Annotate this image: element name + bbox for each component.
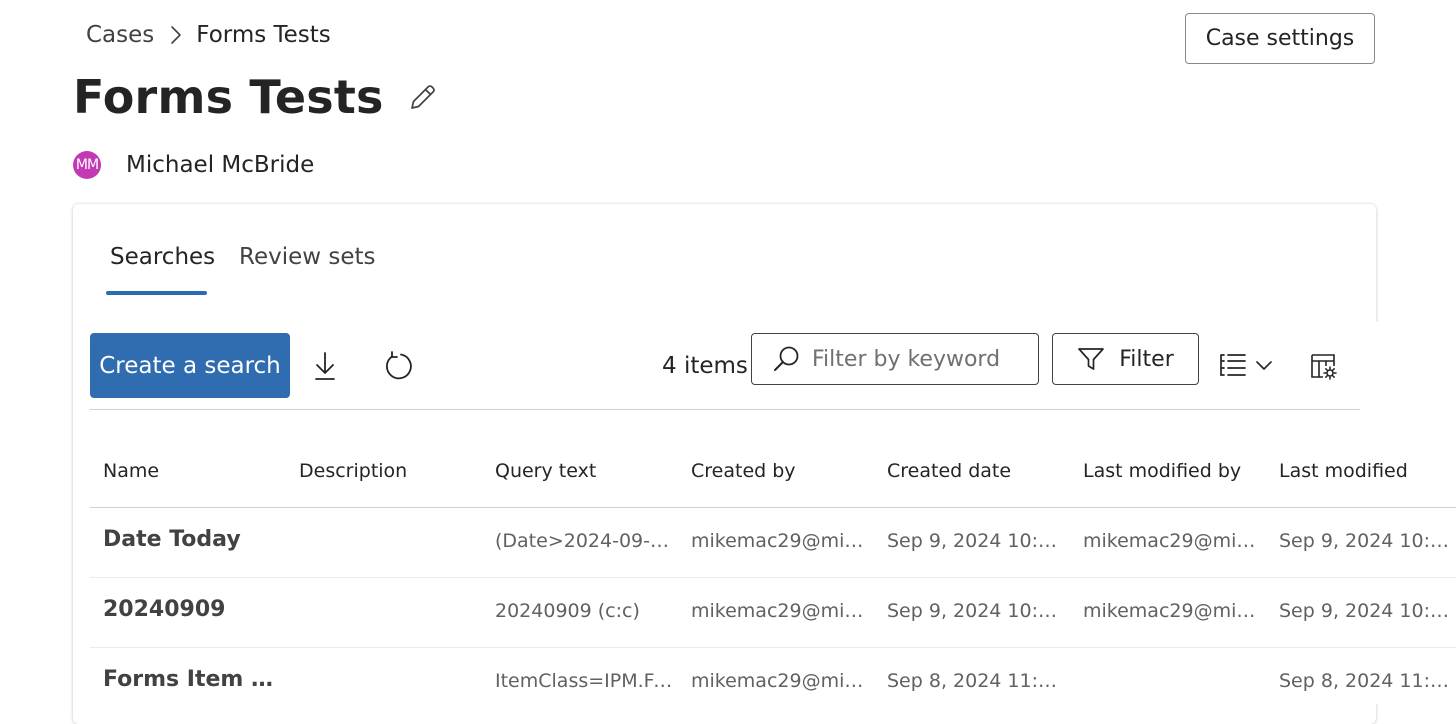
- column-header-name[interactable]: Name: [103, 460, 159, 482]
- tab-review-sets[interactable]: Review sets: [239, 244, 376, 270]
- row-query-text: (Date>2024-09-08): [495, 530, 675, 552]
- row-created-by: mikemac29@mik...: [691, 600, 871, 622]
- chevron-down-icon: [1255, 359, 1273, 371]
- list-view-icon: [1217, 351, 1247, 379]
- breadcrumb-cases-link[interactable]: Cases: [86, 22, 154, 48]
- column-header-last-modified-by[interactable]: Last modified by: [1083, 460, 1241, 482]
- title-row: Forms Tests: [73, 70, 438, 124]
- filter-keyword-input[interactable]: [812, 346, 1022, 372]
- row-last-modified-by: mikemac29@mik...: [1083, 530, 1263, 552]
- search-icon: [772, 345, 800, 373]
- column-header-created-date[interactable]: Created date: [887, 460, 1011, 482]
- create-search-button[interactable]: Create a search: [90, 333, 290, 398]
- download-icon: [313, 351, 337, 381]
- view-options-button[interactable]: [1214, 348, 1276, 382]
- export-button[interactable]: [309, 350, 341, 382]
- row-name[interactable]: Date Today: [103, 527, 283, 552]
- row-divider: [90, 647, 1456, 648]
- column-settings-button[interactable]: [1306, 349, 1340, 383]
- case-settings-button[interactable]: Case settings: [1185, 13, 1375, 64]
- filter-button[interactable]: Filter: [1052, 333, 1199, 385]
- breadcrumb-current: Forms Tests: [196, 22, 331, 48]
- breadcrumb: Cases Forms Tests: [86, 22, 331, 48]
- pencil-icon: [408, 82, 438, 112]
- row-name[interactable]: 20240909: [103, 597, 283, 622]
- edit-title-button[interactable]: [408, 82, 438, 112]
- column-header-description[interactable]: Description: [299, 460, 407, 482]
- row-created-date: Sep 9, 2024 10:09...: [887, 600, 1067, 622]
- column-header-query-text[interactable]: Query text: [495, 460, 596, 482]
- page-title: Forms Tests: [73, 70, 384, 124]
- items-count: 4 items: [662, 353, 748, 379]
- avatar: MM: [73, 151, 101, 179]
- toolbar-divider: [90, 409, 1360, 410]
- row-query-text: 20240909 (c:c): [495, 600, 640, 622]
- case-owner: MM Michael McBride: [73, 151, 314, 179]
- row-name[interactable]: Forms Item Cl...: [103, 667, 283, 692]
- filter-keyword-box[interactable]: [751, 333, 1039, 385]
- row-last-modified-by: mikemac29@mik...: [1083, 600, 1263, 622]
- filter-label: Filter: [1119, 346, 1174, 372]
- column-settings-icon: [1308, 351, 1338, 381]
- table-header-divider: [90, 507, 1456, 508]
- tab-searches[interactable]: Searches: [110, 244, 215, 270]
- filter-icon: [1077, 346, 1105, 372]
- row-created-date: Sep 9, 2024 10:14...: [887, 530, 1067, 552]
- row-last-modified: Sep 9, 2024 10:15...: [1279, 530, 1456, 552]
- row-created-by: mikemac29@mik...: [691, 670, 871, 692]
- owner-name: Michael McBride: [126, 152, 315, 178]
- column-header-last-modified[interactable]: Last modified: [1279, 460, 1408, 482]
- refresh-icon: [383, 351, 413, 381]
- row-created-by: mikemac29@mik...: [691, 530, 871, 552]
- row-created-date: Sep 8, 2024 11:38...: [887, 670, 1067, 692]
- row-divider: [90, 577, 1456, 578]
- active-tab-indicator: [106, 291, 207, 295]
- refresh-button[interactable]: [381, 349, 415, 383]
- row-last-modified: Sep 8, 2024 11:38...: [1279, 670, 1456, 692]
- chevron-right-icon: [170, 25, 182, 45]
- row-query-text: ItemClass=IPM.Fil...: [495, 670, 675, 692]
- column-header-created-by[interactable]: Created by: [691, 460, 796, 482]
- row-last-modified: Sep 9, 2024 10:13...: [1279, 600, 1456, 622]
